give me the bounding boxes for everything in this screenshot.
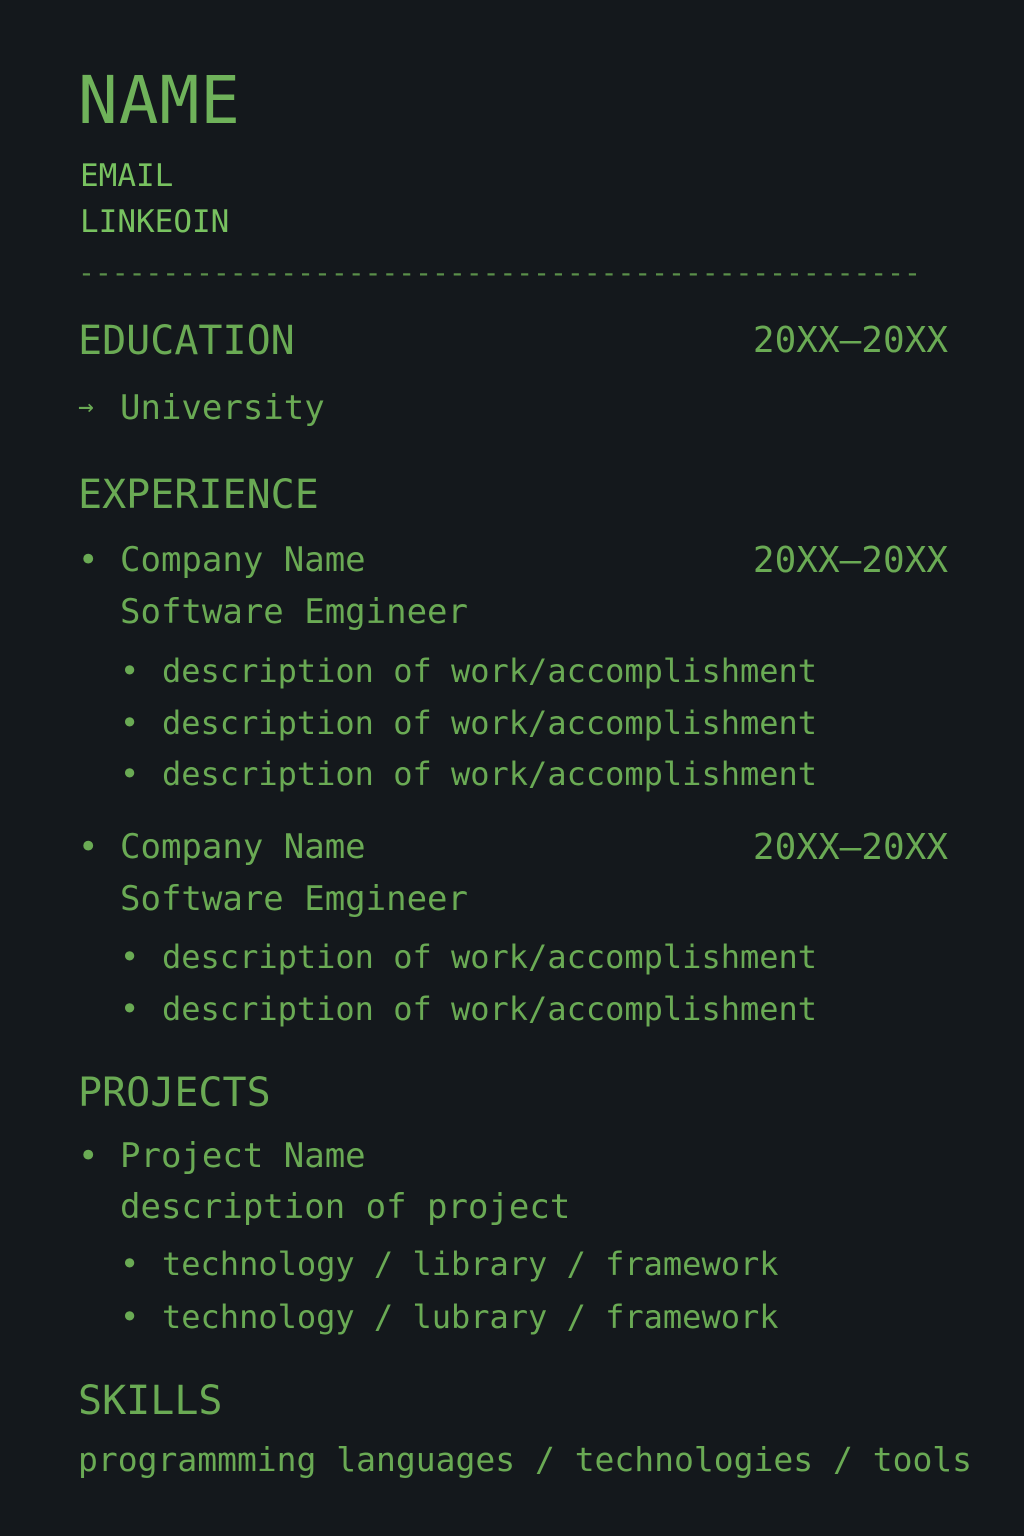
tech-text: technology / library / framework — [162, 1245, 779, 1283]
projects-heading: PROJECTS — [78, 1070, 271, 1116]
resume-page: NAME EMAIL LINKEOIN --------------------… — [78, 0, 972, 1536]
tech-text: technology / lubrary / framework — [162, 1298, 779, 1336]
bullet-icon: • — [120, 938, 140, 976]
bullet-text: description of work/accomplishment — [162, 938, 818, 976]
divider: ----------------------------------------… — [78, 256, 921, 289]
bullet-icon: • — [78, 1136, 99, 1176]
bullet-text: description of work/accomplishment — [162, 704, 818, 742]
job-title: Software Emgineer — [120, 879, 468, 919]
education-dates: 20XX–20XX — [752, 320, 948, 361]
company-name: Company Name — [120, 827, 366, 867]
project-tech: • technology / lubrary / framework — [120, 1298, 779, 1336]
bullet-text: description of work/accomplishment — [162, 652, 818, 690]
bullet-text: description of work/accomplishment — [162, 990, 818, 1028]
education-item: → University — [78, 388, 325, 428]
skills-line: programmming languages / technologies / … — [78, 1440, 973, 1479]
bullet-icon: • — [78, 540, 99, 580]
email-field: EMAIL — [80, 158, 174, 194]
bullet-icon: • — [120, 990, 140, 1028]
bullet-icon: • — [78, 827, 99, 867]
job-bullet: • description of work/accomplishment — [120, 704, 817, 742]
linkedin-field: LINKEOIN — [80, 204, 230, 240]
project-name: • Project Name — [78, 1136, 366, 1176]
school-name: University — [120, 388, 325, 428]
education-heading: EDUCATION — [78, 318, 295, 364]
job-dates: 20XX–20XX — [752, 540, 948, 581]
project-tech: • technology / library / framework — [120, 1245, 779, 1283]
job-company: • Company Name — [78, 827, 366, 867]
project-title: Project Name — [120, 1136, 366, 1176]
bullet-text: description of work/accomplishment — [162, 755, 818, 793]
bullet-icon: • — [120, 1298, 140, 1336]
job-bullet: • description of work/accomplishment — [120, 652, 817, 690]
company-name: Company Name — [120, 540, 366, 580]
project-description: description of project — [120, 1187, 571, 1227]
job-bullet: • description of work/accomplishment — [120, 755, 817, 793]
arrow-icon: → — [78, 392, 94, 422]
resume-name: NAME — [78, 62, 241, 139]
job-company: • Company Name — [78, 540, 366, 580]
job-bullet: • description of work/accomplishment — [120, 990, 817, 1028]
job-title: Software Emgineer — [120, 592, 468, 632]
job-dates: 20XX–20XX — [752, 827, 948, 868]
skills-heading: SKILLS — [78, 1378, 223, 1424]
bullet-icon: • — [120, 652, 140, 690]
bullet-icon: • — [120, 755, 140, 793]
bullet-icon: • — [120, 1245, 140, 1283]
experience-heading: EXPERIENCE — [78, 472, 319, 518]
bullet-icon: • — [120, 704, 140, 742]
job-bullet: • description of work/accomplishment — [120, 938, 817, 976]
